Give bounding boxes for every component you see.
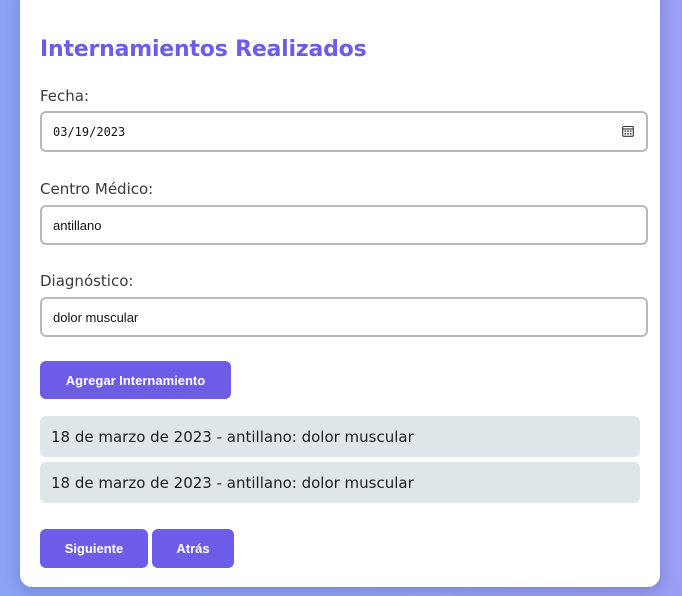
diagnostico-input[interactable]: dolor muscular bbox=[40, 297, 648, 337]
form-card: Internamientos Realizados Fecha: 03/19/2… bbox=[20, 0, 660, 587]
fecha-label: Fecha: bbox=[40, 87, 90, 105]
page-title: Internamientos Realizados bbox=[40, 37, 367, 62]
list-item: 18 de marzo de 2023 - antillano: dolor m… bbox=[40, 462, 640, 503]
centro-medico-label: Centro Médico: bbox=[40, 180, 154, 198]
siguiente-button[interactable]: Siguiente bbox=[40, 529, 148, 568]
atras-button[interactable]: Atrás bbox=[152, 529, 234, 568]
calendar-icon[interactable] bbox=[622, 125, 634, 137]
centro-medico-input[interactable]: antillano bbox=[40, 205, 648, 245]
fecha-value: 03/19/2023 bbox=[53, 124, 126, 139]
centro-medico-value: antillano bbox=[53, 217, 102, 233]
diagnostico-value: dolor muscular bbox=[53, 309, 139, 325]
diagnostico-label: Diagnóstico: bbox=[40, 272, 134, 290]
agregar-internamiento-button[interactable]: Agregar Internamiento bbox=[40, 361, 231, 399]
list-item: 18 de marzo de 2023 - antillano: dolor m… bbox=[40, 416, 640, 457]
fecha-input[interactable]: 03/19/2023 bbox=[40, 111, 648, 152]
